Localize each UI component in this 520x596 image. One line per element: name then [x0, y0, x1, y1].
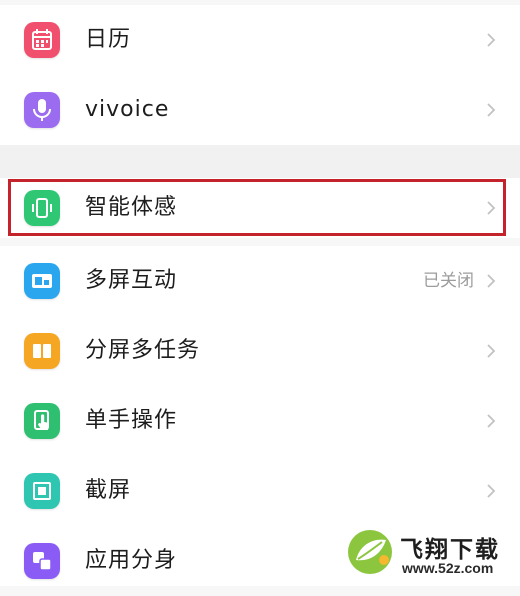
chevron-right-icon [482, 31, 500, 49]
screenshot-icon [24, 473, 60, 509]
chevron-right-icon [482, 342, 500, 360]
settings-item-status: 已关闭 [423, 271, 474, 291]
watermark-url: www.52z.com [402, 560, 494, 576]
leaf-logo-icon [348, 530, 392, 574]
one-hand-icon [24, 403, 60, 439]
chevron-right-icon [482, 272, 500, 290]
settings-item-vivoice[interactable]: vivoice [0, 75, 520, 145]
calendar-icon [24, 22, 60, 58]
watermark: 飞翔下载 www.52z.com [346, 524, 516, 584]
settings-item-one-hand[interactable]: 单手操作 [0, 386, 520, 456]
chevron-right-icon [482, 412, 500, 430]
app-clone-icon [24, 543, 60, 579]
settings-item-calendar[interactable]: 日历 [0, 5, 520, 75]
settings-screen: 日历 vivoice 智能体感 多屏互动 已关闭 分屏多任务 单手操作 截屏 应… [0, 0, 520, 586]
settings-item-label: 单手操作 [85, 408, 178, 433]
settings-item-smart-motion[interactable]: 智能体感 [0, 178, 520, 238]
screen-cast-icon [24, 263, 60, 299]
chevron-right-icon [482, 199, 500, 217]
settings-item-multi-screen[interactable]: 多屏互动 已关闭 [0, 246, 520, 316]
settings-item-label: 智能体感 [85, 195, 178, 220]
settings-item-screenshot[interactable]: 截屏 [0, 456, 520, 526]
settings-item-label: 多屏互动 [85, 268, 178, 293]
microphone-icon [24, 92, 60, 128]
split-screen-icon [24, 333, 60, 369]
settings-item-label: 截屏 [85, 478, 132, 503]
settings-item-label: vivoice [85, 97, 170, 122]
chevron-right-icon [482, 101, 500, 119]
chevron-right-icon [482, 482, 500, 500]
settings-item-label: 日历 [85, 27, 132, 52]
watermark-title: 飞翔下载 [400, 537, 500, 563]
phone-motion-icon [24, 190, 60, 226]
settings-item-split-screen[interactable]: 分屏多任务 [0, 316, 520, 386]
section-divider [0, 145, 520, 181]
settings-item-label: 分屏多任务 [85, 338, 201, 363]
